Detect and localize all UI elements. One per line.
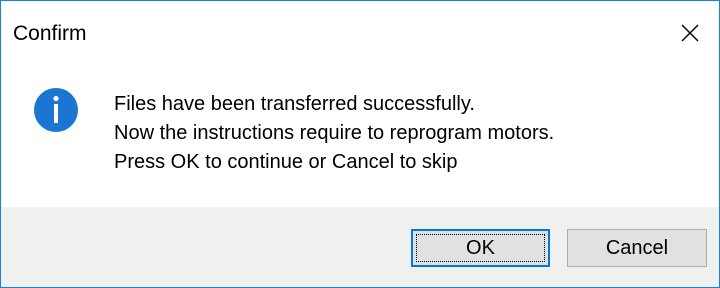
info-icon bbox=[34, 88, 78, 132]
message-text: Files have been transferred successfully… bbox=[114, 90, 554, 177]
confirm-dialog: Confirm Files have been transferred succ… bbox=[0, 0, 720, 288]
ok-button[interactable]: OK bbox=[411, 229, 550, 267]
message-line: Files have been transferred successfully… bbox=[114, 93, 475, 115]
title-bar: Confirm bbox=[1, 1, 719, 65]
dialog-title: Confirm bbox=[13, 22, 87, 45]
close-icon bbox=[681, 24, 699, 42]
close-button[interactable] bbox=[661, 1, 719, 65]
dialog-content: Files have been transferred successfully… bbox=[1, 65, 719, 207]
cancel-button[interactable]: Cancel bbox=[567, 229, 707, 267]
message-line: Now the instructions require to reprogra… bbox=[114, 122, 555, 144]
button-bar: OK Cancel bbox=[1, 207, 719, 287]
message-line: Press OK to continue or Cancel to skip bbox=[114, 151, 458, 173]
